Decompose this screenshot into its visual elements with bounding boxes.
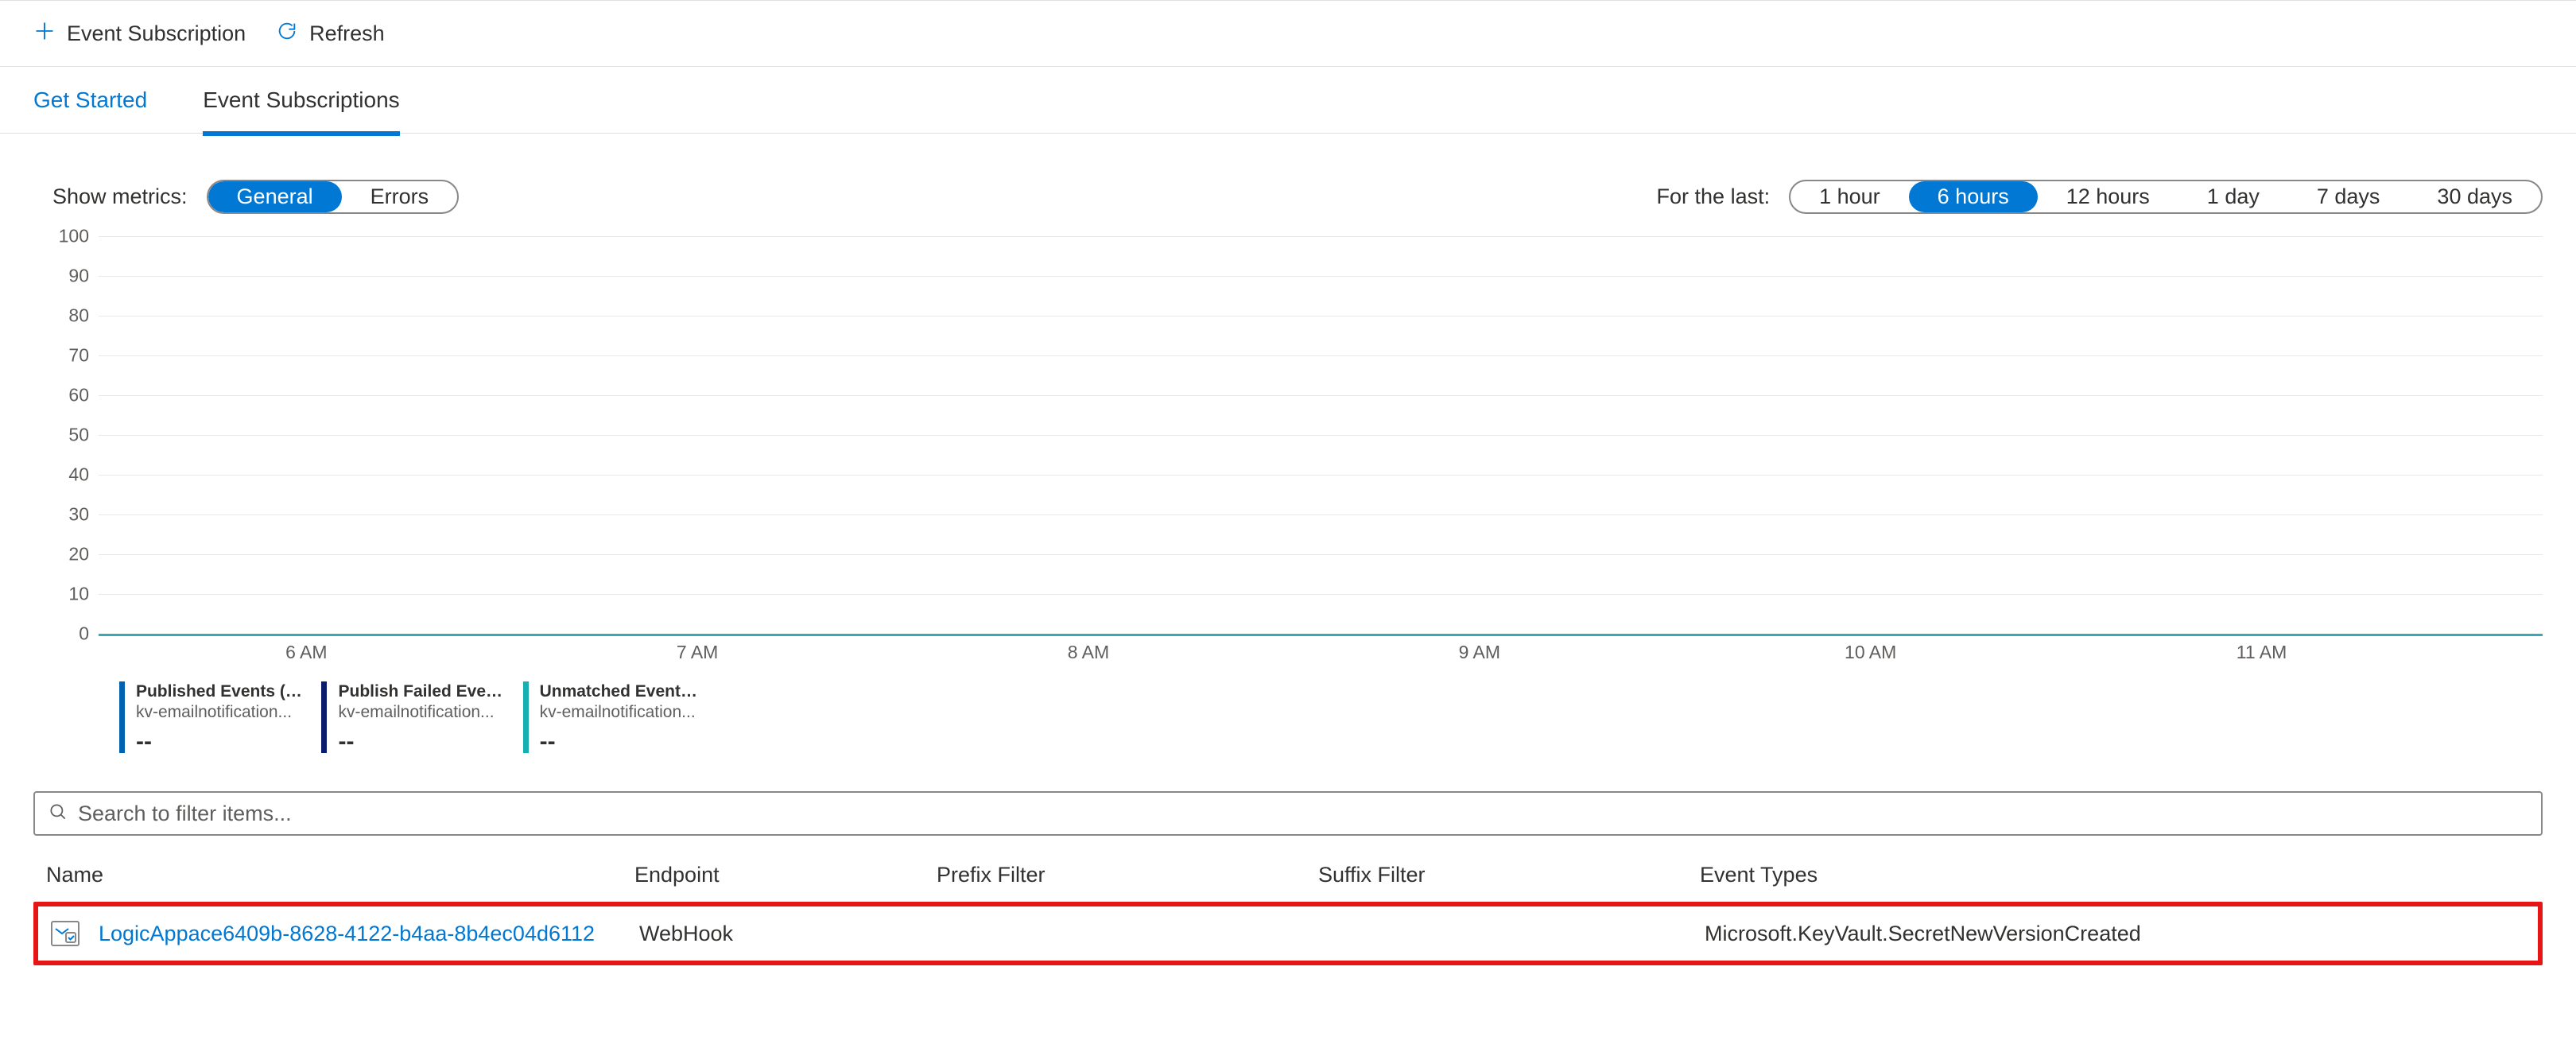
gridline (99, 475, 2543, 476)
col-suffix: Suffix Filter (1318, 863, 1700, 887)
range-6h[interactable]: 6 hours (1909, 181, 2038, 212)
search-input[interactable] (78, 802, 2528, 826)
search-container (33, 791, 2543, 836)
gridline (99, 554, 2543, 555)
y-tick-label: 0 (79, 623, 89, 645)
range-12h[interactable]: 12 hours (2038, 181, 2178, 212)
col-prefix: Prefix Filter (937, 863, 1318, 887)
range-1h[interactable]: 1 hour (1790, 181, 1909, 212)
search-box[interactable] (33, 791, 2543, 836)
chart-legend: Published Events (Sum)kv-emailnotificati… (119, 681, 2543, 756)
y-tick-label: 40 (68, 464, 89, 486)
legend-series-value: -- (540, 727, 706, 757)
subscriptions-table: Name Endpoint Prefix Filter Suffix Filte… (33, 848, 2543, 965)
refresh-button[interactable]: Refresh (276, 20, 385, 48)
add-event-subscription-button[interactable]: Event Subscription (33, 20, 246, 48)
metrics-toggle: General Errors (207, 180, 460, 214)
range-30d[interactable]: 30 days (2408, 181, 2541, 212)
y-tick-label: 20 (68, 544, 89, 565)
legend-series-name: Publish Failed Event... (338, 681, 504, 702)
show-metrics-label: Show metrics: (52, 184, 188, 209)
y-tick-label: 100 (59, 226, 89, 247)
legend-series-resource: kv-emailnotification... (136, 702, 302, 723)
gridline (99, 276, 2543, 277)
refresh-icon (276, 20, 298, 48)
cell-endpoint: WebHook (639, 922, 941, 946)
range-7d[interactable]: 7 days (2288, 181, 2409, 212)
y-tick-label: 80 (68, 305, 89, 327)
col-name: Name (46, 863, 634, 887)
x-tick-label: 10 AM (1845, 642, 1896, 663)
search-icon (48, 802, 68, 826)
chart-plot-area[interactable]: 0102030405060708090100 (99, 236, 2543, 634)
gridline (99, 355, 2543, 356)
chart-x-axis: 6 AM 7 AM 8 AM 9 AM 10 AM 11 AM (99, 634, 2543, 666)
legend-series-name: Unmatched Events (Sum) (540, 681, 706, 702)
table-row[interactable]: LogicAppace6409b-8628-4122-b4aa-8b4ec04d… (33, 902, 2543, 965)
legend-color-bar (523, 681, 529, 753)
gridline (99, 594, 2543, 595)
y-tick-label: 70 (68, 345, 89, 367)
legend-series-name: Published Events (Sum) (136, 681, 302, 702)
legend-color-bar (321, 681, 327, 753)
tab-event-subscriptions[interactable]: Event Subscriptions (203, 69, 399, 136)
x-tick-label: 8 AM (1068, 642, 1109, 663)
y-tick-label: 90 (68, 266, 89, 287)
filter-row: Show metrics: General Errors For the las… (0, 134, 2576, 214)
y-tick-label: 60 (68, 385, 89, 406)
add-event-subscription-label: Event Subscription (67, 21, 246, 46)
x-tick-label: 7 AM (677, 642, 718, 663)
metrics-chart: 0102030405060708090100 6 AM 7 AM 8 AM 9 AM 1… (52, 236, 2543, 756)
cell-name: LogicAppace6409b-8628-4122-b4aa-8b4ec04d… (51, 921, 639, 946)
gridline (99, 236, 2543, 237)
tab-get-started[interactable]: Get Started (33, 67, 147, 134)
cell-types: Microsoft.KeyVault.SecretNewVersionCreat… (1705, 922, 2420, 946)
x-tick-label: 6 AM (285, 642, 327, 663)
row-name-link[interactable]: LogicAppace6409b-8628-4122-b4aa-8b4ec04d… (99, 922, 595, 946)
col-endpoint: Endpoint (634, 863, 937, 887)
x-tick-label: 9 AM (1459, 642, 1500, 663)
legend-series-value: -- (338, 727, 504, 757)
command-bar: Event Subscription Refresh (0, 0, 2576, 67)
legend-series-resource: kv-emailnotification... (338, 702, 504, 723)
tab-bar: Get Started Event Subscriptions (0, 67, 2576, 134)
col-types: Event Types (1700, 863, 2415, 887)
x-tick-label: 11 AM (2237, 642, 2287, 663)
table-header: Name Endpoint Prefix Filter Suffix Filte… (33, 848, 2543, 902)
legend-color-bar (119, 681, 125, 753)
for-the-last-label: For the last: (1657, 184, 1771, 209)
gridline (99, 514, 2543, 515)
legend-item[interactable]: Unmatched Events (Sum)kv-emailnotificati… (523, 681, 706, 756)
range-1d[interactable]: 1 day (2178, 181, 2288, 212)
y-tick-label: 30 (68, 504, 89, 526)
metrics-general[interactable]: General (208, 181, 342, 212)
y-tick-label: 50 (68, 425, 89, 446)
legend-item[interactable]: Published Events (Sum)kv-emailnotificati… (119, 681, 302, 756)
gridline (99, 395, 2543, 396)
refresh-label: Refresh (309, 21, 385, 46)
event-subscription-icon (51, 921, 80, 946)
metrics-errors[interactable]: Errors (342, 181, 458, 212)
time-range-toggle: 1 hour 6 hours 12 hours 1 day 7 days 30 … (1789, 180, 2543, 214)
legend-item[interactable]: Publish Failed Event...kv-emailnotificat… (321, 681, 504, 756)
legend-series-resource: kv-emailnotification... (540, 702, 706, 723)
gridline (99, 435, 2543, 436)
legend-series-value: -- (136, 727, 302, 757)
y-tick-label: 10 (68, 584, 89, 605)
plus-icon (33, 20, 56, 48)
